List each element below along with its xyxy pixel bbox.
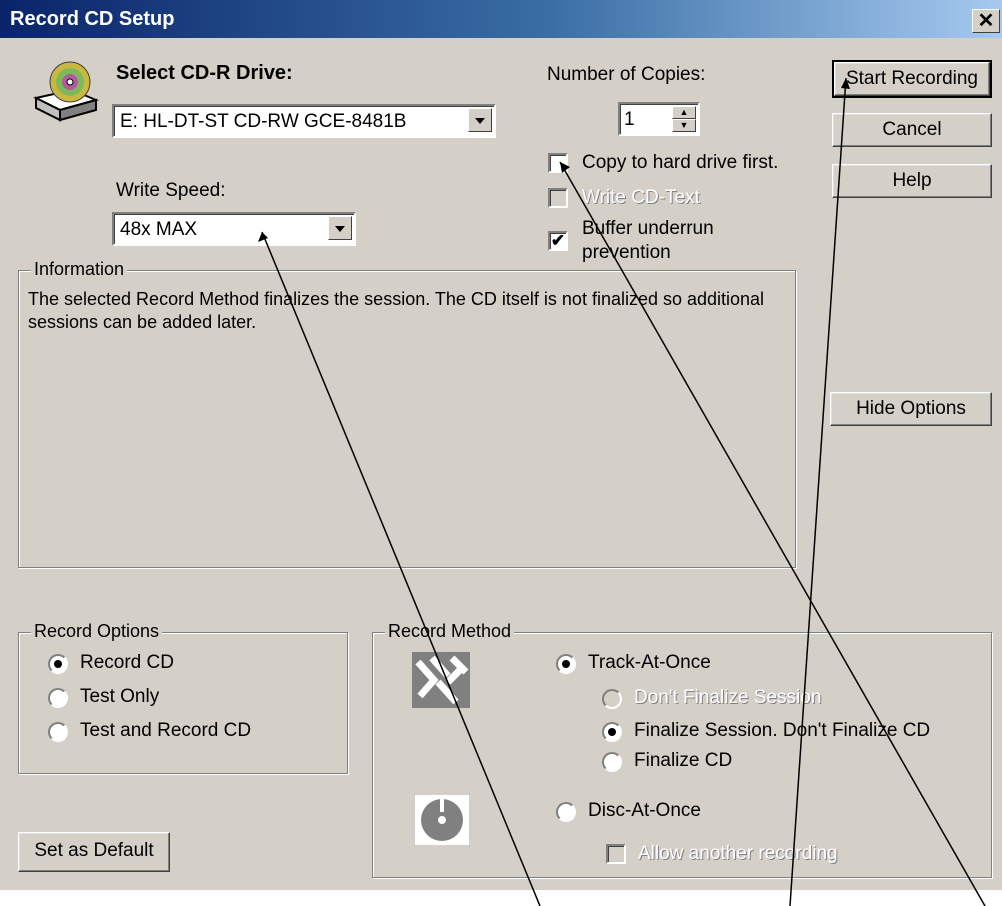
copies-spinner[interactable]: 1 ▲ ▼ (618, 102, 700, 136)
radio-disc-at-once[interactable] (556, 802, 576, 822)
radio-test-only[interactable] (48, 688, 68, 708)
record-options-group: Record Options (18, 621, 348, 774)
spin-down-icon[interactable]: ▼ (672, 119, 696, 132)
allow-another-label: Allow another recording (638, 843, 838, 864)
drive-select-value: E: HL-DT-ST CD-RW GCE-8481B (120, 111, 407, 132)
speed-label: Write Speed: (116, 180, 226, 201)
window-title: Record CD Setup (10, 8, 175, 30)
cancel-button[interactable]: Cancel (832, 113, 992, 147)
start-recording-button[interactable]: Start Recording (832, 60, 992, 98)
buffer-underrun-label-1: Buffer underrun (582, 218, 714, 239)
chevron-down-icon[interactable] (468, 108, 492, 132)
track-at-once-label: Track-At-Once (588, 652, 711, 673)
copy-to-hd-label: Copy to hard drive first. (582, 152, 779, 173)
drive-label: Select CD-R Drive: (116, 62, 293, 84)
copies-value: 1 (624, 109, 635, 130)
write-cd-text-label: Write CD-Text (582, 187, 700, 208)
chevron-down-icon[interactable] (328, 216, 352, 240)
radio-finalize-cd[interactable] (602, 752, 622, 772)
finalize-session-label: Finalize Session. Don't Finalize CD (634, 720, 931, 741)
buffer-underrun-label-2: prevention (582, 242, 671, 263)
radio-record-cd[interactable] (48, 654, 68, 674)
record-method-label: Record Method (385, 621, 515, 642)
cd-drive-icon (33, 61, 100, 122)
set-as-default-button[interactable]: Set as Default (18, 832, 170, 872)
copy-to-hd-checkbox[interactable] (548, 153, 568, 173)
radio-finalize-session[interactable] (602, 722, 622, 742)
spin-up-icon[interactable]: ▲ (672, 106, 696, 119)
record-options-label: Record Options (31, 621, 163, 642)
dont-finalize-label: Don't Finalize Session (634, 687, 822, 708)
disc-at-once-label: Disc-At-Once (588, 800, 701, 821)
record-cd-label: Record CD (80, 652, 174, 673)
hide-options-button[interactable]: Hide Options (830, 392, 992, 426)
speed-select-value: 48x MAX (120, 219, 198, 240)
write-cd-text-checkbox (548, 188, 568, 208)
radio-dont-finalize (602, 689, 622, 709)
help-button[interactable]: Help (832, 164, 992, 198)
allow-another-checkbox (606, 844, 626, 864)
close-button[interactable]: ✕ (972, 9, 1000, 33)
information-label: Information (31, 259, 128, 280)
record-cd-setup-dialog: Record CD Setup ✕ Select CD-R Drive: E: … (0, 0, 1002, 890)
copies-label: Number of Copies: (547, 64, 706, 85)
test-only-label: Test Only (80, 686, 160, 707)
finalize-cd-label: Finalize CD (634, 750, 733, 771)
speed-select[interactable]: 48x MAX (112, 212, 356, 246)
test-and-record-label: Test and Record CD (80, 720, 252, 741)
track-at-once-icon (412, 652, 470, 708)
disc-at-once-icon (414, 794, 470, 846)
information-text: The selected Record Method finalizes the… (28, 289, 765, 332)
radio-test-and-record[interactable] (48, 722, 68, 742)
buffer-underrun-checkbox[interactable]: ✔ (548, 231, 568, 251)
drive-select[interactable]: E: HL-DT-ST CD-RW GCE-8481B (112, 104, 496, 138)
title-bar: Record CD Setup ✕ (0, 0, 1002, 38)
radio-track-at-once[interactable] (556, 654, 576, 674)
